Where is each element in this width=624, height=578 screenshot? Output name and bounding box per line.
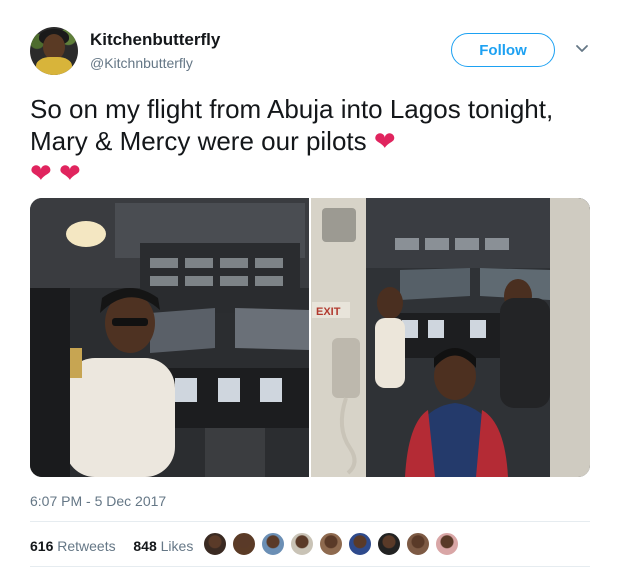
heart-icon: ❤ bbox=[30, 158, 52, 188]
author-display-name[interactable]: Kitchenbutterfly bbox=[90, 30, 220, 50]
retweets-label[interactable]: Retweets bbox=[57, 538, 115, 554]
liker-avatar[interactable] bbox=[405, 531, 431, 557]
photo-left[interactable] bbox=[30, 198, 309, 477]
tweet-text-body: So on my flight from Abuja into Lagos to… bbox=[30, 94, 554, 156]
avatar[interactable] bbox=[30, 27, 78, 75]
likes-count[interactable]: 848 bbox=[133, 538, 156, 554]
liker-avatar[interactable] bbox=[376, 531, 402, 557]
retweets-count[interactable]: 616 bbox=[30, 538, 53, 554]
tweet-timestamp[interactable]: 6:07 PM - 5 Dec 2017 bbox=[30, 493, 166, 509]
divider bbox=[30, 566, 590, 567]
liker-avatar[interactable] bbox=[231, 531, 257, 557]
exit-sign: EXIT bbox=[316, 306, 341, 318]
tweet-card: Kitchenbutterfly @Kitchnbutterfly Follow… bbox=[0, 0, 624, 578]
heart-icon: ❤ bbox=[59, 158, 81, 188]
heart-icon: ❤ bbox=[373, 126, 396, 156]
likes-label[interactable]: Likes bbox=[161, 538, 194, 554]
chevron-down-icon[interactable] bbox=[573, 40, 591, 58]
liker-avatar[interactable] bbox=[289, 531, 315, 557]
follow-button[interactable]: Follow bbox=[451, 33, 555, 67]
photo-right[interactable]: EXIT bbox=[311, 198, 590, 477]
liker-avatar[interactable] bbox=[202, 531, 228, 557]
liker-avatar[interactable] bbox=[318, 531, 344, 557]
divider bbox=[30, 521, 590, 522]
liker-avatar[interactable] bbox=[434, 531, 460, 557]
tweet-stats: 616 Retweets 848 Likes bbox=[30, 538, 193, 554]
tweet-media[interactable]: EXIT bbox=[30, 198, 590, 477]
liker-avatar[interactable] bbox=[347, 531, 373, 557]
liker-avatar[interactable] bbox=[260, 531, 286, 557]
author-handle[interactable]: @Kitchnbutterfly bbox=[90, 55, 193, 71]
tweet-text: So on my flight from Abuja into Lagos to… bbox=[30, 93, 600, 189]
